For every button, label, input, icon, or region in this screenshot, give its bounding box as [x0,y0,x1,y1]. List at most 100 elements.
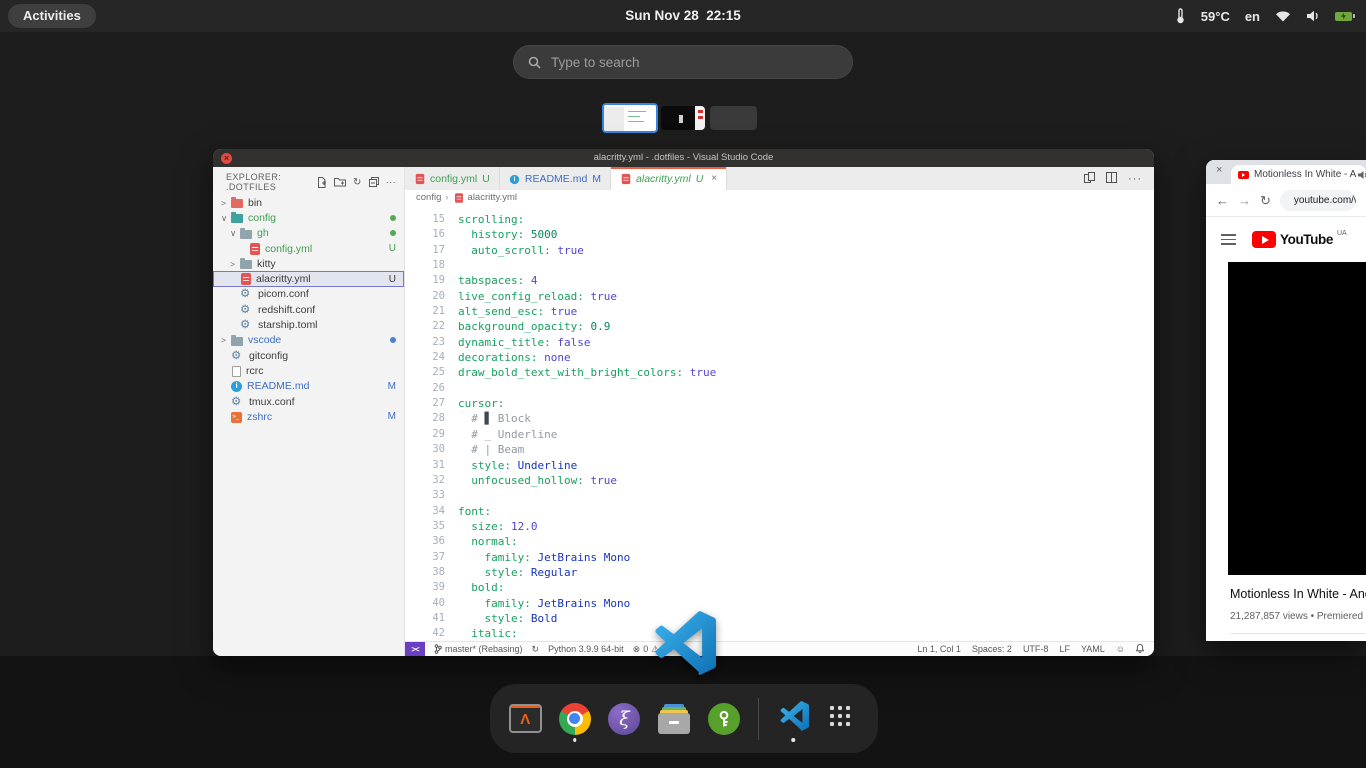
indentation-status[interactable]: Spaces: 2 [972,644,1012,654]
chevron-right-icon[interactable]: > [230,259,240,269]
breadcrumb-file[interactable]: alacritty.yml [468,192,517,203]
code-line-27[interactable]: 27cursor: [405,396,1154,411]
code-line-33[interactable]: 33 [405,488,1154,503]
code-line-17[interactable]: 17 auto_scroll: true [405,243,1154,258]
tree-item-bin[interactable]: >bin [213,195,404,210]
chrome-active-tab[interactable]: Motionless In White - A [1231,165,1366,184]
tree-item-config.yml[interactable]: config.ymlU [213,241,404,256]
eol-status[interactable]: LF [1059,644,1070,654]
editor-more-actions[interactable]: ··· [1128,173,1142,185]
dock-item-show-applications[interactable] [824,693,861,745]
new-file-icon[interactable] [317,177,327,188]
back-button[interactable]: ← [1216,194,1229,207]
editor-tab-alacritty.yml[interactable]: alacritty.ymlU× [611,167,727,190]
code-line-21[interactable]: 21alt_send_esc: true [405,304,1154,319]
tab-audio-icon[interactable] [1358,170,1366,183]
tree-item-tmux.conf[interactable]: tmux.conf [213,394,404,409]
explorer-more-actions[interactable]: ··· [386,177,396,187]
code-line-35[interactable]: 35 size: 12.0 [405,519,1154,534]
code-line-24[interactable]: 24decorations: none [405,350,1154,365]
tree-item-starship.toml[interactable]: starship.toml [213,317,404,332]
workspace-thumbnail-3[interactable] [710,106,757,130]
code-line-22[interactable]: 22background_opacity: 0.9 [405,319,1154,334]
open-changes-icon[interactable] [1084,170,1095,188]
code-line-25[interactable]: 25draw_bold_text_with_bright_colors: tru… [405,365,1154,380]
python-interpreter-status[interactable]: Python 3.9.9 64-bit [548,644,624,654]
feedback-icon[interactable]: ☺ [1116,644,1125,654]
code-line-39[interactable]: 39 bold: [405,580,1154,595]
code-line-40[interactable]: 40 family: JetBrains Mono [405,596,1154,611]
chevron-right-icon[interactable]: > [221,335,231,345]
code-line-38[interactable]: 38 style: Regular [405,565,1154,580]
encoding-status[interactable]: UTF-8 [1023,644,1049,654]
split-editor-icon[interactable] [1106,170,1117,188]
shell-search[interactable] [513,45,853,79]
system-status-area[interactable]: 59°C en [1175,0,1352,32]
code-editor[interactable]: 15scrolling:16 history: 500017 auto_scro… [405,205,1154,641]
chevron-down-icon[interactable]: ∨ [230,228,240,238]
editor-tab-config.yml[interactable]: config.ymlU [405,167,500,190]
code-line-19[interactable]: 19tabspaces: 4 [405,273,1154,288]
forward-button[interactable]: → [1238,194,1251,207]
cursor-position-status[interactable]: Ln 1, Col 1 [917,644,961,654]
notifications-bell-icon[interactable] [1136,644,1144,655]
tree-item-rcrc[interactable]: rcrc [213,363,404,378]
workspace-thumbnail-2[interactable] [661,106,705,130]
tree-item-README.md[interactable]: README.mdM [213,379,404,394]
dock-item-keepassxc[interactable] [705,693,742,745]
editor-tab-README.md[interactable]: README.mdM [500,167,611,190]
tab-close-icon[interactable]: × [1216,164,1222,176]
code-line-32[interactable]: 32 unfocused_hollow: true [405,473,1154,488]
remote-indicator[interactable]: >< [405,642,425,657]
keyboard-layout-label[interactable]: en [1245,9,1260,24]
language-mode-status[interactable]: YAML [1081,644,1105,654]
video-player[interactable] [1228,262,1366,575]
window-close-button[interactable]: × [221,153,232,164]
tree-item-redshift.conf[interactable]: redshift.conf [213,302,404,317]
chevron-down-icon[interactable]: ∨ [221,213,231,223]
clock[interactable]: Sun Nov 28 22:15 [625,0,741,32]
address-bar[interactable]: youtube.com/wa [1280,190,1356,211]
youtube-logo[interactable]: YouTube UA [1252,231,1347,248]
breadcrumb-folder[interactable]: config [416,192,441,203]
code-line-30[interactable]: 30 # | Beam [405,442,1154,457]
refresh-explorer-icon[interactable]: ↻ [353,177,362,188]
code-line-20[interactable]: 20live_config_reload: true [405,289,1154,304]
tree-item-gh[interactable]: ∨gh [213,226,404,241]
code-line-36[interactable]: 36 normal: [405,534,1154,549]
vscode-titlebar[interactable]: × alacritty.yml - .dotfiles - Visual Stu… [213,149,1154,167]
dock-item-emacs[interactable]: ξ [606,693,643,745]
code-line-16[interactable]: 16 history: 5000 [405,227,1154,242]
chevron-right-icon[interactable]: > [221,198,231,208]
code-line-37[interactable]: 37 family: JetBrains Mono [405,550,1154,565]
workspace-thumbnail-active[interactable] [602,103,658,133]
code-line-31[interactable]: 31 style: Underline [405,458,1154,473]
breadcrumb[interactable]: config › alacritty.yml [405,190,1154,205]
reload-button[interactable]: ↻ [1260,194,1271,207]
dock-item-alacritty[interactable]: Λ [507,693,544,745]
code-line-42[interactable]: 42 italic: [405,626,1154,641]
activities-button[interactable]: Activities [8,4,96,28]
code-line-15[interactable]: 15scrolling: [405,212,1154,227]
code-line-41[interactable]: 41 style: Bold [405,611,1154,626]
tree-item-alacritty.yml[interactable]: alacritty.ymlU [213,271,404,286]
collapse-folders-icon[interactable] [369,177,379,187]
tree-item-vscode[interactable]: >vscode [213,333,404,348]
new-folder-icon[interactable] [334,177,346,187]
dock-item-files[interactable] [656,693,693,745]
search-input[interactable] [551,55,811,70]
code-line-29[interactable]: 29 # _ Underline [405,427,1154,442]
tree-item-gitconfig[interactable]: gitconfig [213,348,404,363]
git-branch-status[interactable]: master* (Rebasing) [434,644,523,654]
code-line-34[interactable]: 34font: [405,504,1154,519]
sync-icon[interactable]: ↻ [532,644,540,655]
tree-item-zshrc[interactable]: zshrcM [213,409,404,424]
tree-item-kitty[interactable]: >kitty [213,256,404,271]
tree-item-config[interactable]: ∨config [213,210,404,225]
code-line-18[interactable]: 18 [405,258,1154,273]
code-line-23[interactable]: 23dynamic_title: false [405,335,1154,350]
dock-item-vscode[interactable] [775,693,812,745]
youtube-menu-icon[interactable] [1221,234,1236,245]
tree-item-picom.conf[interactable]: picom.conf [213,287,404,302]
dock-item-chrome[interactable] [557,693,594,745]
